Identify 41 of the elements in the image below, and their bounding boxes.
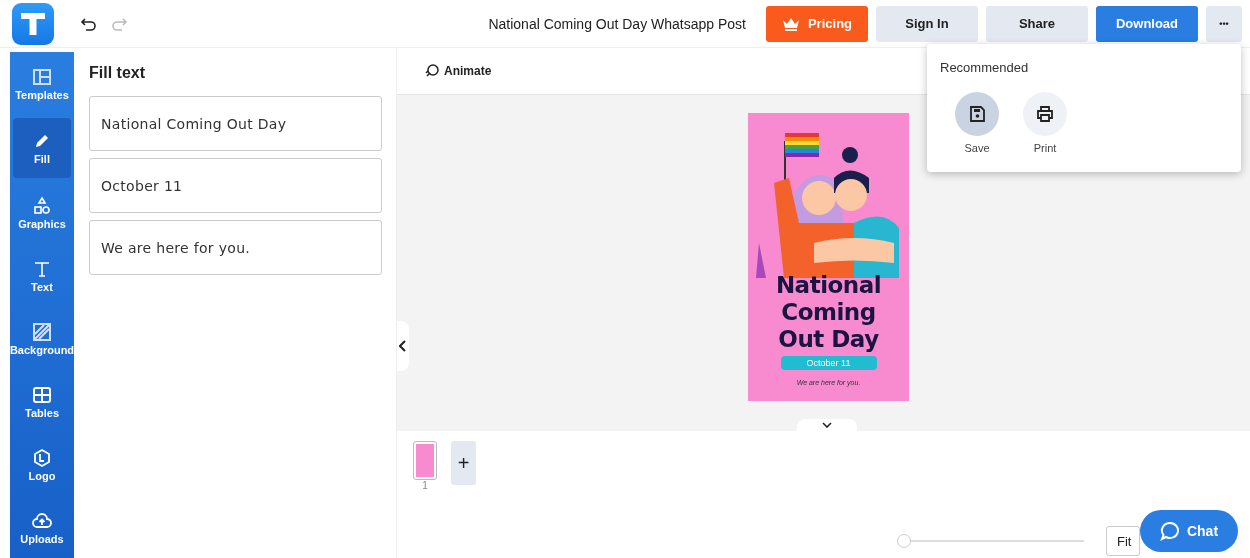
shapes-icon [32,195,52,216]
hatched-square-icon [32,321,52,342]
menu-heading: Recommended [940,60,1029,75]
sidebar-item[interactable]: Text [10,244,74,307]
poster-date: October 11 [780,356,877,370]
sidebar-item[interactable]: Fill [13,118,71,178]
animate-icon [425,64,439,78]
sidebar-item[interactable]: Uploads [10,496,74,558]
text-field[interactable]: October 11 [89,158,382,213]
header-button[interactable]: Download [1096,5,1198,42]
expand-handle[interactable] [797,419,857,431]
hexagon-icon [32,447,52,468]
text-field[interactable]: We are here for you. [89,220,382,275]
chat-icon [1159,521,1180,541]
zoom-select[interactable]: Fit [1106,526,1140,556]
page-number: 1 [422,480,428,491]
panel-title: Fill text [89,64,146,82]
add-page-button[interactable]: + [451,441,476,485]
page-thumbnail[interactable] [413,441,437,480]
sidebar-item[interactable]: Background [10,307,74,370]
poster-title: National Coming Out Day [774,272,883,353]
table-icon [32,384,52,405]
crown-icon [781,16,800,31]
app-logo[interactable] [12,2,54,45]
chat-button[interactable]: Chat [1140,510,1238,552]
sidebar-item[interactable]: Tables [10,370,74,433]
sidebar-item[interactable]: Templates [10,52,74,115]
layout-icon [32,66,52,87]
animate-button[interactable]: Animate [419,63,498,79]
text-field[interactable]: National Coming Out Day [89,96,382,151]
more-button[interactable]: ••• [1206,5,1242,42]
header-button[interactable]: Share [986,5,1088,42]
collapse-handle[interactable] [397,321,409,371]
menu-item[interactable]: Print [1023,92,1067,154]
document-title: National Coming Out Day Whatsapp Post [488,15,746,32]
header-button[interactable]: Sign In [876,5,978,42]
slider-thumb[interactable] [897,534,911,548]
sidebar-item[interactable]: Logo [10,433,74,496]
sidebar-item[interactable]: Graphics [10,181,74,244]
menu-item[interactable]: Save [955,92,999,154]
cloud-upload-icon [32,510,52,531]
